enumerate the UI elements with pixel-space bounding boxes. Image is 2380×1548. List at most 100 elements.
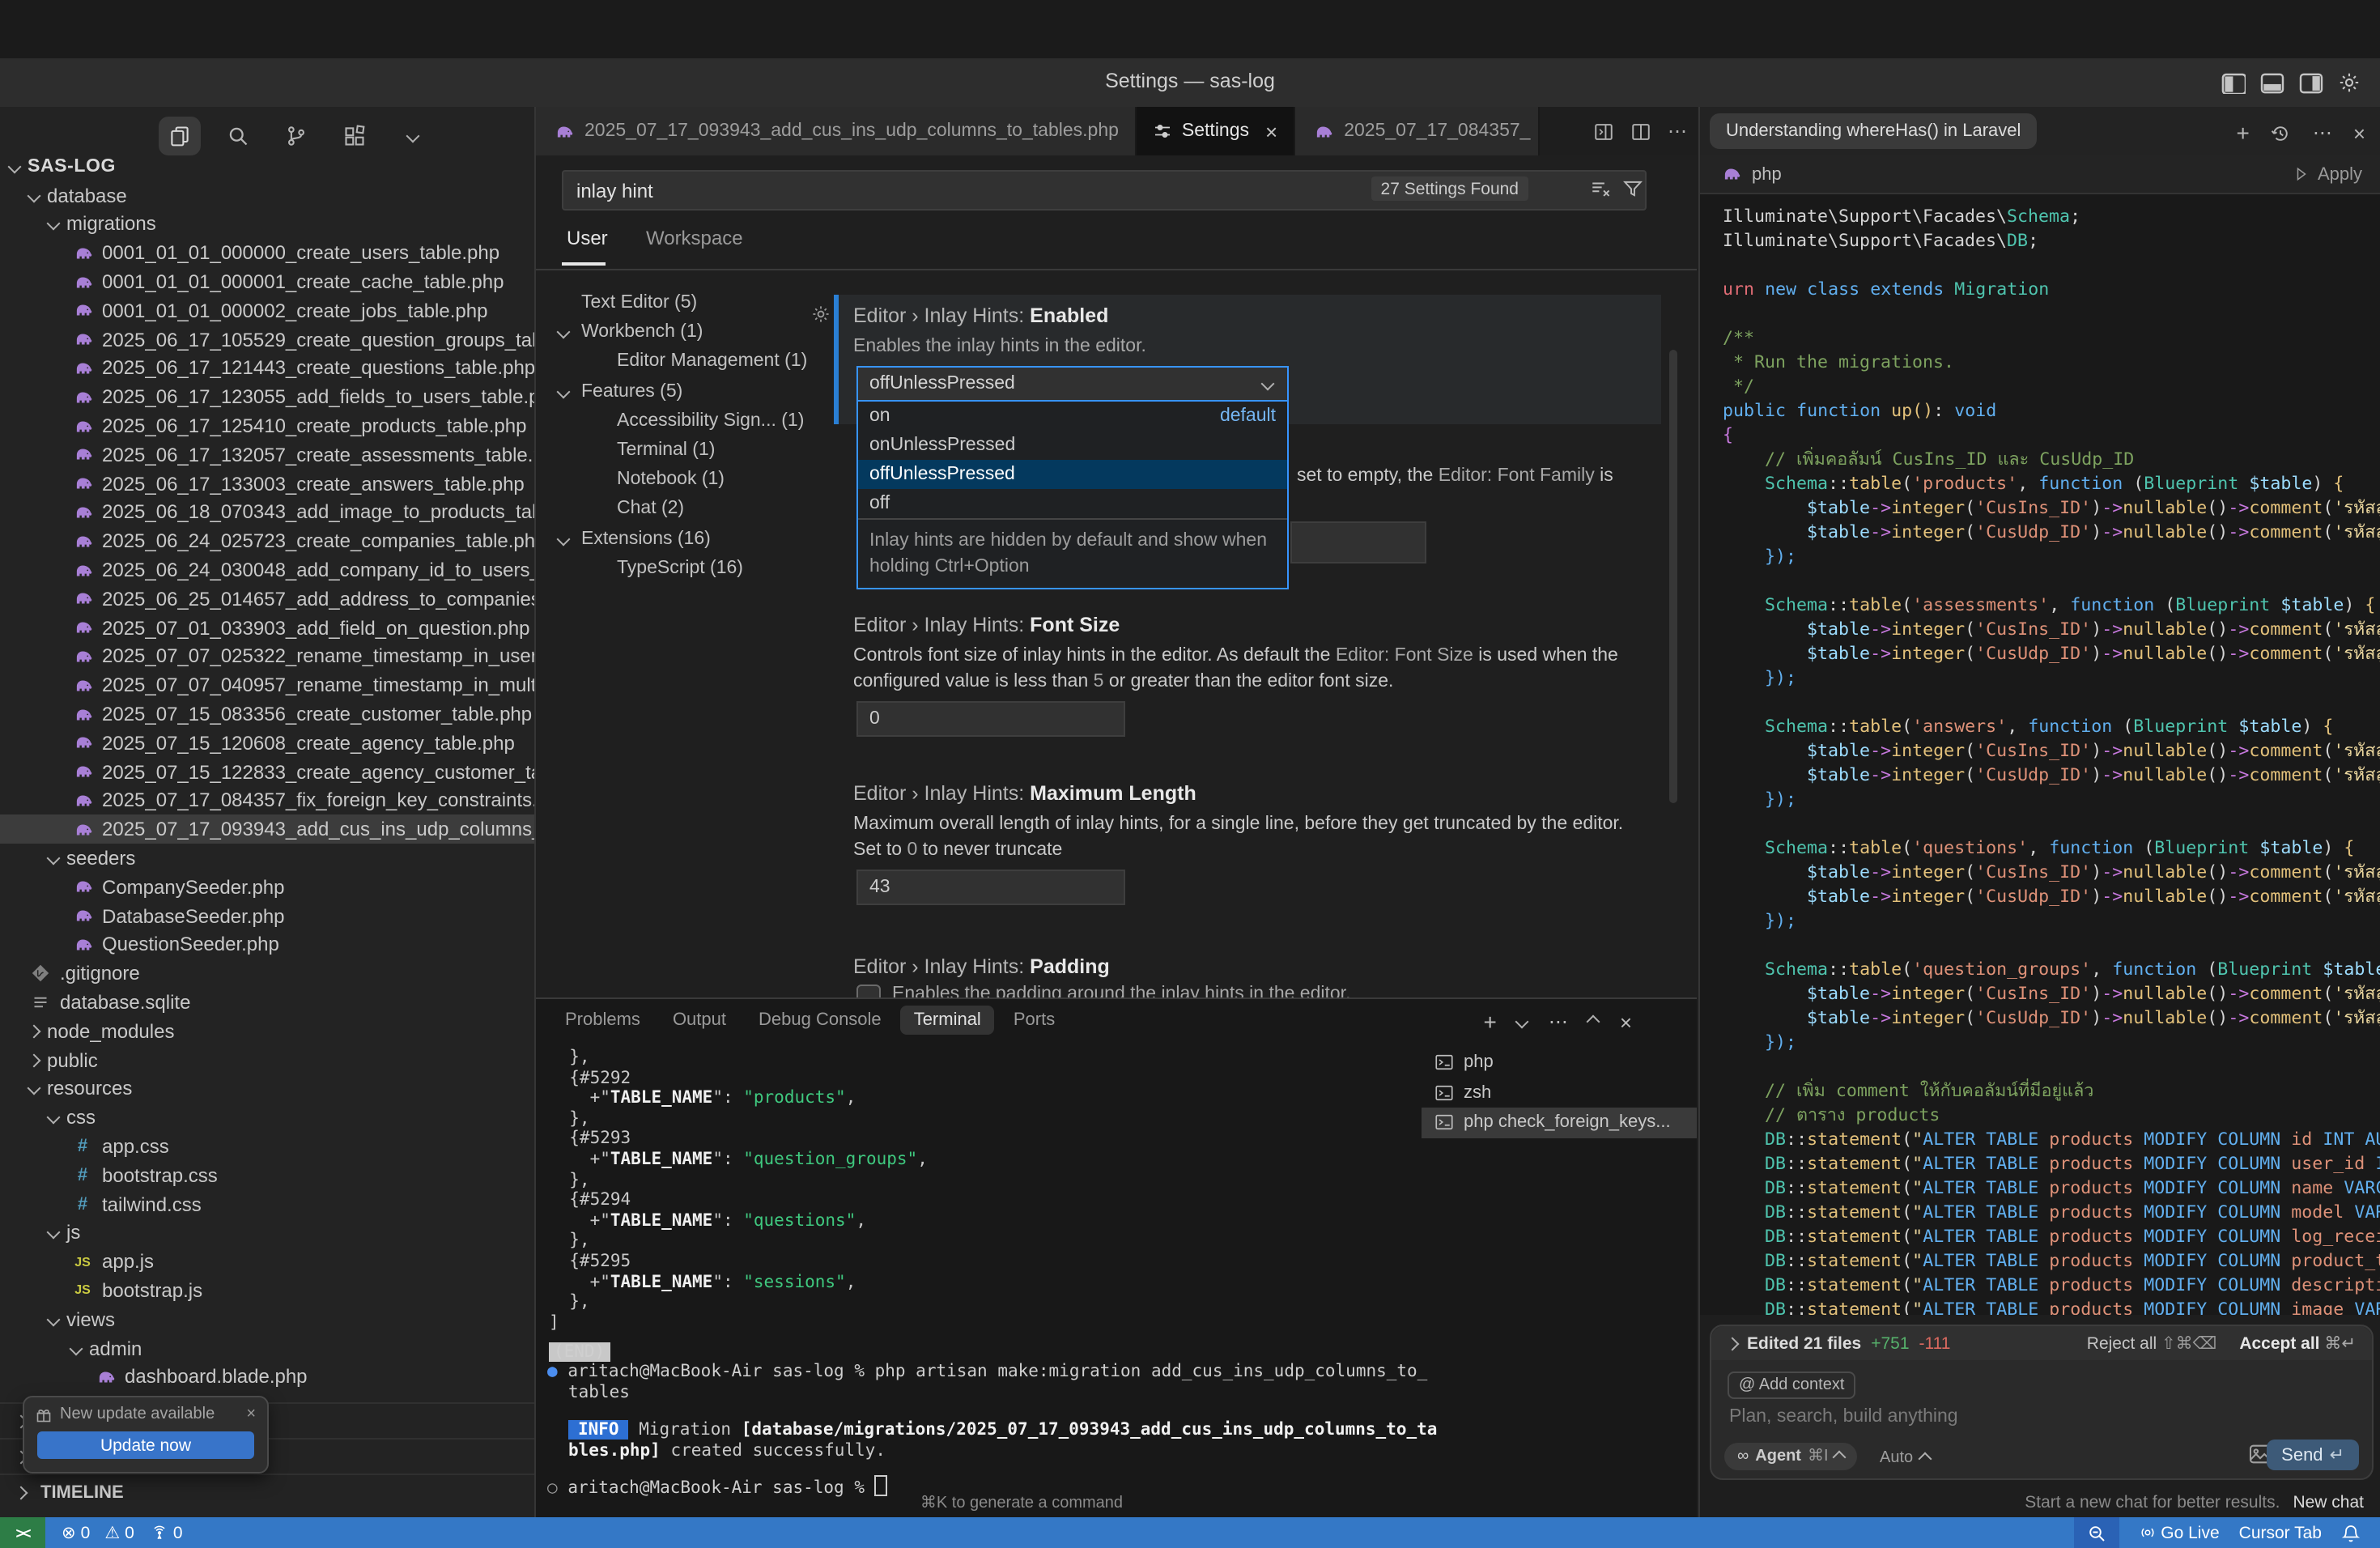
dropdown-option-on[interactable]: ondefault [858,402,1287,431]
tree-item-0001_01_01_000000_create_users_table.php[interactable]: 0001_01_01_000000_create_users_table.php [0,239,534,268]
toc-item-Editor Management (1)[interactable]: Editor Management (1) [536,347,827,376]
tree-folder-SAS-LOG[interactable]: SAS-LOG [0,152,534,181]
tab-migration-093943[interactable]: 2025_07_17_093943_add_cus_ins_udp_column… [536,107,1137,155]
tree-item-app.js[interactable]: JSapp.js [0,1248,534,1277]
tree-item-2025_06_17_132057_create_assessments_table.php[interactable]: 2025_06_17_132057_create_assessments_tab… [0,440,534,470]
tree-item-.gitignore[interactable]: .gitignore [0,959,534,989]
scope-tab-workspace[interactable]: Workspace [646,227,743,249]
zoom-out-icon[interactable] [2073,1517,2119,1548]
tree-item-2025_07_17_093943_add_cus_ins_udp_columns_to_ta...[interactable]: 2025_07_17_093943_add_cus_ins_udp_column… [0,815,534,844]
inlay-hints-enabled-select[interactable]: offUnlessPressed [856,366,1289,402]
panel-tab-Ports[interactable]: Ports [1001,1006,1068,1035]
chat-input-placeholder[interactable]: Plan, search, build anything [1729,1407,1958,1427]
panel-tab-Debug Console[interactable]: Debug Console [746,1006,895,1035]
tree-item-2025_06_17_123055_add_fields_to_users_table.php[interactable]: 2025_06_17_123055_add_fields_to_users_ta… [0,383,534,412]
tree-item-2025_07_17_084357_fix_foreign_key_constraints.php[interactable]: 2025_07_17_084357_fix_foreign_key_constr… [0,786,534,815]
tree-item-2025_06_18_070343_add_image_to_products_table.p...[interactable]: 2025_06_18_070343_add_image_to_products_… [0,498,534,527]
reject-all-button[interactable]: Reject all ⇧⌘⌫ [2087,1333,2217,1353]
clear-filters-icon[interactable] [1590,178,1611,199]
tree-item-CompanySeeder.php[interactable]: CompanySeeder.php [0,873,534,902]
model-selector[interactable]: Auto [1880,1449,1929,1467]
remote-indicator[interactable]: >< [0,1517,45,1548]
toc-item-Text Editor (5)[interactable]: Text Editor (5) [536,288,827,317]
tree-folder-public[interactable]: public [0,1045,534,1074]
setting-gear-icon[interactable] [811,304,831,324]
tree-folder-js[interactable]: js [0,1218,534,1248]
maximum-length-input[interactable]: 43 [856,870,1125,905]
terminal-dropdown-icon[interactable] [1515,1015,1529,1029]
toggle-left-panel-icon[interactable] [2221,72,2246,93]
go-live-button[interactable]: Go Live [2138,1523,2219,1542]
notifications-bell-icon[interactable] [2341,1523,2361,1542]
timeline-section[interactable]: TIMELINE [0,1474,534,1511]
tree-item-2025_07_07_025322_rename_timestamp_in_users_tab...[interactable]: 2025_07_07_025322_rename_timestamp_in_us… [0,642,534,671]
toggle-right-panel-icon[interactable] [2299,72,2323,93]
tree-folder-seeders[interactable]: seeders [0,844,534,873]
more-icon[interactable]: ⋯ [1549,1010,1568,1033]
toc-item-Notebook (1)[interactable]: Notebook (1) [536,465,827,494]
new-chat-icon[interactable]: + [2236,120,2249,146]
tree-folder-views[interactable]: views [0,1305,534,1334]
search-icon[interactable] [217,117,259,155]
tree-item-2025_06_24_025723_create_companies_table.php[interactable]: 2025_06_24_025723_create_companies_table… [0,527,534,556]
tree-item-2025_06_25_014657_add_address_to_companies_tabl...[interactable]: 2025_06_25_014657_add_address_to_compani… [0,585,534,614]
tree-item-2025_06_24_030048_add_company_id_to_users_tabl...[interactable]: 2025_06_24_030048_add_company_id_to_user… [0,555,534,585]
tree-item-2025_06_17_121443_create_questions_table.php[interactable]: 2025_06_17_121443_create_questions_table… [0,354,534,383]
toc-item-Workbench (1)[interactable]: Workbench (1) [536,317,827,347]
tree-item-bootstrap.js[interactable]: JSbootstrap.js [0,1276,534,1305]
history-icon[interactable] [2271,122,2292,143]
tree-item-2025_06_17_133003_create_answers_table.php[interactable]: 2025_06_17_133003_create_answers_table.p… [0,470,534,499]
tree-item-DatabaseSeeder.php[interactable]: DatabaseSeeder.php [0,901,534,930]
close-panel-icon[interactable]: × [1620,1010,1632,1034]
dropdown-option-off[interactable]: off [858,489,1287,518]
tree-folder-database[interactable]: database [0,181,534,211]
tree-item-2025_07_15_122833_create_agency_customer_table.p...[interactable]: 2025_07_15_122833_create_agency_customer… [0,757,534,786]
toc-item-Accessibility Sign... (1)[interactable]: Accessibility Sign... (1) [536,406,827,436]
tree-folder-node_modules[interactable]: node_modules [0,1017,534,1046]
new-terminal-icon[interactable]: + [1483,1009,1496,1035]
tree-item-0001_01_01_000001_create_cache_table.php[interactable]: 0001_01_01_000001_create_cache_table.php [0,267,534,296]
more-icon[interactable]: ⋯ [2313,121,2332,144]
edited-files-bar[interactable]: Edited 21 files +751 -111 Reject all ⇧⌘⌫… [1711,1326,2372,1360]
toc-item-TypeScript (16)[interactable]: TypeScript (16) [536,553,827,582]
maximize-panel-icon[interactable] [1587,1015,1600,1029]
source-control-icon[interactable] [275,117,317,155]
toc-item-Features (5)[interactable]: Features (5) [536,376,827,406]
tree-item-QuestionSeeder.php[interactable]: QuestionSeeder.php [0,930,534,959]
toc-item-Extensions (16)[interactable]: Extensions (16) [536,524,827,553]
filter-icon[interactable] [1622,178,1643,199]
accept-all-button[interactable]: Accept all ⌘↵ [2239,1333,2356,1353]
panel-tab-Terminal[interactable]: Terminal [901,1006,994,1035]
settings-gear-icon[interactable] [2338,71,2361,94]
tree-item-bootstrap.css[interactable]: #bootstrap.css [0,1161,534,1190]
tree-item-2025_07_15_083356_create_customer_table.php[interactable]: 2025_07_15_083356_create_customer_table.… [0,700,534,729]
explorer-icon[interactable] [159,117,201,155]
more-actions-icon[interactable]: ⋯ [1668,120,1687,142]
ports-status[interactable]: 0 [151,1523,183,1542]
toc-item-Chat (2)[interactable]: Chat (2) [536,495,827,524]
apply-button[interactable]: Apply [2295,164,2362,184]
tree-item-tailwind.css[interactable]: #tailwind.css [0,1189,534,1218]
terminal-session-php[interactable]: php [1422,1048,1697,1078]
tree-item-0001_01_01_000002_create_jobs_table.php[interactable]: 0001_01_01_000002_create_jobs_table.php [0,296,534,325]
scope-tab-user[interactable]: User [567,227,608,249]
tree-item-2025_06_17_125410_create_products_table.php[interactable]: 2025_06_17_125410_create_products_table.… [0,411,534,440]
dropdown-option-offUnlessPressed[interactable]: offUnlessPressed [858,460,1287,489]
tree-folder-migrations[interactable]: migrations [0,210,534,239]
tree-item-dashboard.blade.php[interactable]: dashboard.blade.php [0,1363,534,1392]
tree-item-database.sqlite[interactable]: database.sqlite [0,988,534,1017]
tab-settings[interactable]: Settings × [1137,107,1295,155]
terminal-session-zsh[interactable]: zsh [1422,1078,1697,1108]
split-editor-icon[interactable] [1593,121,1614,142]
send-button[interactable]: Send↵ [2267,1440,2359,1470]
terminal-session-php check_foreign_keys...[interactable]: php check_foreign_keys... [1422,1108,1697,1138]
font-family-input-fragment[interactable] [1290,521,1426,563]
font-size-input[interactable]: 0 [856,701,1125,737]
chat-tab[interactable]: Understanding whereHas() in Laravel [1710,113,2037,149]
tree-item-app.css[interactable]: #app.css [0,1132,534,1161]
padding-checkbox[interactable] [856,985,881,997]
tab-migration-084357[interactable]: 2025_07_17_084357_ [1295,107,1540,155]
problems-status[interactable]: ⊗0⚠0 [62,1523,134,1542]
panel-tab-Output[interactable]: Output [660,1006,739,1035]
tree-item-2025_07_15_120608_create_agency_table.php[interactable]: 2025_07_15_120608_create_agency_table.ph… [0,729,534,758]
